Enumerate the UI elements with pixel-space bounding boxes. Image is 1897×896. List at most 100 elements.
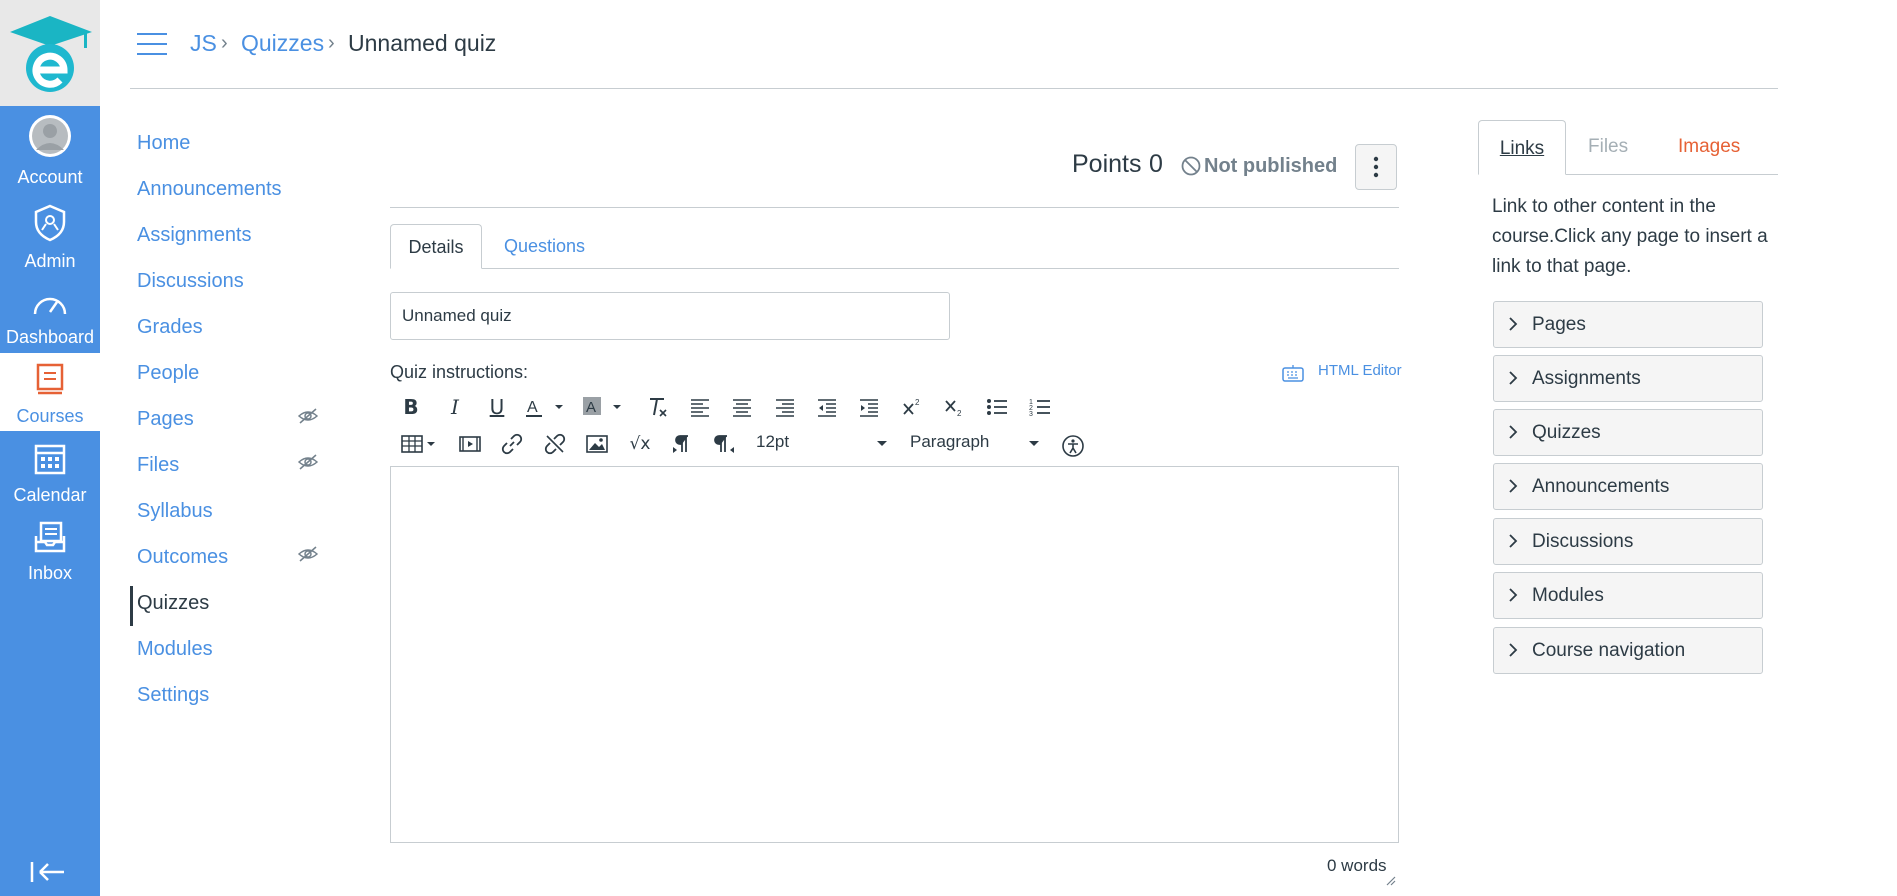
dashboard-gauge-icon bbox=[33, 297, 67, 315]
subscript-button[interactable]: 2 bbox=[939, 392, 969, 422]
font-size-select[interactable]: 12pt bbox=[756, 432, 894, 456]
align-left-button[interactable] bbox=[685, 392, 715, 422]
chevron-right-icon bbox=[1509, 425, 1518, 439]
course-nav-assignments[interactable]: Assignments bbox=[137, 224, 252, 247]
collapse-nav-button[interactable] bbox=[28, 860, 68, 884]
align-right-button[interactable] bbox=[770, 392, 800, 422]
course-menu-toggle[interactable] bbox=[137, 33, 167, 55]
instructions-label: Quiz instructions: bbox=[390, 362, 529, 382]
outdent-button[interactable] bbox=[812, 392, 842, 422]
sidebar-tab-links[interactable]: Links bbox=[1478, 120, 1566, 175]
sidebar-section-quizzes[interactable]: Quizzes bbox=[1493, 409, 1763, 456]
courses-book-icon bbox=[36, 363, 64, 395]
link-icon bbox=[501, 433, 523, 455]
superscript-button[interactable]: 2 bbox=[897, 392, 927, 422]
avatar-icon bbox=[29, 115, 71, 157]
background-color-button[interactable]: A bbox=[582, 392, 628, 422]
bullet-list-button[interactable] bbox=[982, 392, 1012, 422]
resize-handle-icon[interactable] bbox=[1384, 874, 1396, 886]
course-nav-syllabus[interactable]: Syllabus bbox=[137, 500, 213, 523]
hidden-eye-icon bbox=[297, 408, 319, 424]
clear-formatting-button[interactable] bbox=[642, 392, 672, 422]
global-nav-label: Calendar bbox=[13, 485, 87, 505]
breadcrumb-course[interactable]: JS bbox=[190, 30, 217, 57]
italic-icon: I bbox=[451, 395, 459, 419]
course-nav-pages[interactable]: Pages bbox=[137, 408, 194, 431]
global-nav-inbox[interactable]: Inbox bbox=[0, 520, 100, 590]
course-nav-settings[interactable]: Settings bbox=[137, 684, 209, 707]
block-format-value: Paragraph bbox=[910, 432, 990, 451]
svg-text:2: 2 bbox=[957, 409, 962, 418]
global-nav-label: Inbox bbox=[27, 563, 73, 583]
bold-button[interactable]: B bbox=[396, 392, 426, 422]
accessibility-checker-button[interactable] bbox=[1058, 431, 1088, 461]
course-nav-announcements[interactable]: Announcements bbox=[137, 178, 282, 201]
media-button[interactable] bbox=[455, 429, 485, 459]
global-nav-account[interactable]: Account bbox=[0, 114, 100, 190]
align-left-icon bbox=[691, 399, 709, 417]
logo-area[interactable] bbox=[0, 0, 100, 106]
svg-text:3: 3 bbox=[1029, 411, 1033, 418]
sidebar-tab-files[interactable]: Files bbox=[1588, 136, 1628, 158]
course-nav-discussions[interactable]: Discussions bbox=[137, 270, 244, 293]
link-button[interactable] bbox=[497, 429, 527, 459]
tab-details[interactable]: Details bbox=[390, 224, 482, 269]
unlink-icon bbox=[544, 433, 566, 455]
ltr-direction-button[interactable] bbox=[667, 429, 697, 459]
hamburger-line bbox=[137, 43, 167, 45]
bold-icon: B bbox=[403, 395, 419, 419]
svg-text:A: A bbox=[586, 399, 596, 416]
tab-questions[interactable]: Questions bbox=[504, 236, 585, 257]
points-label: Points bbox=[1072, 150, 1142, 178]
subscript-icon: 2 bbox=[945, 400, 962, 418]
global-nav-calendar[interactable]: Calendar bbox=[0, 442, 100, 512]
block-format-select[interactable]: Paragraph bbox=[910, 432, 1042, 456]
global-nav-courses[interactable]: Courses bbox=[0, 353, 100, 431]
math-equation-button[interactable]: √x bbox=[625, 429, 655, 459]
course-nav-quizzes[interactable]: Quizzes bbox=[137, 592, 209, 615]
sidebar-section-modules[interactable]: Modules bbox=[1493, 572, 1763, 619]
underline-button[interactable]: U bbox=[482, 392, 512, 422]
options-menu-button[interactable] bbox=[1355, 144, 1397, 190]
rtl-direction-button[interactable] bbox=[709, 429, 739, 459]
global-nav-admin[interactable]: Admin bbox=[0, 204, 100, 276]
global-nav-dashboard[interactable]: Dashboard bbox=[0, 290, 100, 350]
underline-icon: U bbox=[489, 395, 505, 419]
course-nav-grades[interactable]: Grades bbox=[137, 316, 203, 339]
sidebar-section-assignments[interactable]: Assignments bbox=[1493, 355, 1763, 402]
sidebar-section-announcements[interactable]: Announcements bbox=[1493, 463, 1763, 510]
indent-button[interactable] bbox=[854, 392, 884, 422]
superscript-icon: 2 bbox=[903, 398, 920, 415]
sidebar-section-course-navigation[interactable]: Course navigation bbox=[1493, 627, 1763, 674]
sidebar-section-discussions[interactable]: Discussions bbox=[1493, 518, 1763, 565]
course-nav-active-indicator bbox=[130, 586, 133, 626]
rich-content-editor[interactable] bbox=[390, 466, 1399, 843]
table-icon bbox=[401, 435, 435, 453]
breadcrumb-current: Unnamed quiz bbox=[348, 30, 497, 56]
tabs-divider bbox=[390, 268, 1399, 269]
hamburger-line bbox=[137, 53, 167, 55]
hidden-eye-icon bbox=[297, 546, 319, 562]
image-button[interactable] bbox=[582, 429, 612, 459]
course-nav-modules[interactable]: Modules bbox=[137, 638, 213, 661]
course-nav-outcomes[interactable]: Outcomes bbox=[137, 546, 228, 569]
collapse-arrow-icon bbox=[30, 862, 64, 882]
numbered-list-button[interactable]: 123 bbox=[1025, 392, 1055, 422]
indent-icon bbox=[860, 399, 878, 417]
keyboard-icon[interactable] bbox=[1282, 364, 1304, 382]
sidebar-section-pages[interactable]: Pages bbox=[1493, 301, 1763, 348]
table-button[interactable] bbox=[400, 429, 440, 459]
quiz-title-input[interactable] bbox=[390, 292, 950, 340]
background-color-icon: A bbox=[583, 397, 621, 416]
sidebar-section-label: Quizzes bbox=[1532, 422, 1601, 443]
course-nav-files[interactable]: Files bbox=[137, 454, 179, 477]
course-nav-people[interactable]: People bbox=[137, 362, 199, 385]
html-editor-toggle[interactable]: HTML Editor bbox=[1318, 362, 1402, 379]
unlink-button[interactable] bbox=[540, 429, 570, 459]
course-nav-home[interactable]: Home bbox=[137, 132, 190, 155]
align-center-button[interactable] bbox=[727, 392, 757, 422]
sidebar-tab-images[interactable]: Images bbox=[1678, 136, 1740, 158]
breadcrumb-quizzes[interactable]: Quizzes bbox=[241, 30, 324, 57]
italic-button[interactable]: I bbox=[440, 392, 470, 422]
text-color-button[interactable]: A bbox=[524, 392, 570, 422]
